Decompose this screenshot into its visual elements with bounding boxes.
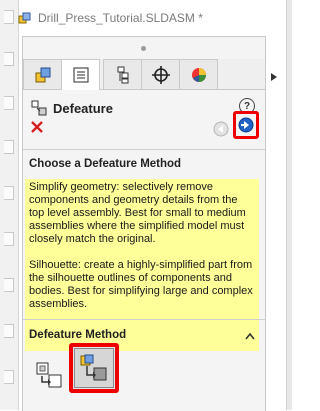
tree-marker [4,324,14,338]
document-tree-title[interactable]: Drill_Press_Tutorial.SLDASM * [18,10,203,26]
property-manager-title-row: Defeature [31,99,113,117]
method-info-box: Simplify geometry: selectively remove co… [25,179,259,351]
crosshair-icon [151,65,170,84]
simplify-geometry-option[interactable] [29,355,69,395]
document-title: Drill_Press_Tutorial.SLDASM * [38,11,203,25]
collapse-section-icon[interactable] [245,332,255,340]
next-arrow-icon [238,117,254,133]
tree-marker [4,232,14,246]
silhouette-icon [80,354,107,381]
property-manager-panel: Defeature ? Choose a Defeature Method Si… [22,36,266,411]
assembly-icon [18,12,31,24]
display-manager-tab[interactable] [179,59,218,89]
defeature-icon [31,100,47,116]
silhouette-description: Silhouette: create a highly-simplified p… [29,259,253,310]
tree-marker [4,186,14,200]
collapse-arrow-icon[interactable] [270,72,278,82]
tree-marker [4,278,14,292]
feature-tree-icon [35,67,50,82]
dimxpert-tab[interactable] [141,59,180,89]
panel-splitter[interactable] [286,0,292,410]
tree-marker [4,96,14,110]
choose-method-heading: Choose a Defeature Method [29,158,182,170]
tree-marker [4,10,14,24]
defeature-method-heading: Defeature Method [29,329,127,341]
property-list-icon [73,67,88,83]
divider [23,319,265,320]
tree-marker [4,52,14,66]
simplify-description: Simplify geometry: selectively remove co… [29,181,246,245]
panel-grip[interactable] [141,46,146,51]
manager-tabs [23,59,265,90]
back-arrow-icon[interactable] [213,121,229,137]
next-button[interactable] [233,111,259,139]
tree-marker [4,370,14,384]
graphics-area-edge [0,0,19,410]
simplify-geometry-icon [36,362,62,388]
silhouette-option[interactable] [69,343,119,393]
configuration-manager-tab[interactable] [103,59,142,89]
feature-manager-tab[interactable] [23,59,62,89]
divider [23,149,265,150]
tree-marker [4,140,14,154]
appearance-pie-icon [191,67,206,82]
close-icon[interactable] [29,119,45,135]
configuration-icon [117,66,128,83]
property-manager-title: Defeature [53,100,113,116]
silhouette-button-face [74,348,114,388]
property-manager-tab[interactable] [61,59,100,90]
